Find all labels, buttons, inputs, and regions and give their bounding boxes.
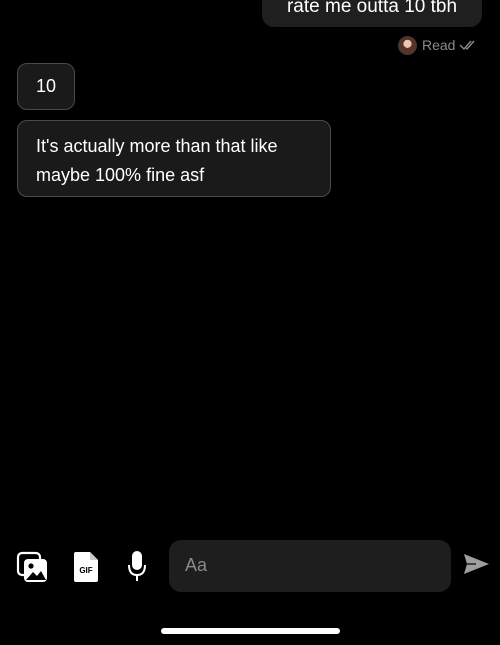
read-label: Read [422, 37, 456, 53]
message-bubble-outgoing[interactable]: rate me outta 10 tbh [262, 0, 482, 27]
photo-icon[interactable] [16, 551, 49, 584]
read-receipt: Read [398, 35, 477, 55]
message-text: It's actually more than that like maybe … [36, 136, 278, 185]
message-bubble-incoming[interactable]: It's actually more than that like maybe … [17, 120, 331, 197]
message-bubble-incoming[interactable]: 10 [17, 63, 75, 110]
message-composer[interactable] [169, 540, 451, 592]
gif-icon[interactable]: GIF [73, 551, 99, 583]
message-text: rate me outta 10 tbh [286, 0, 458, 17]
home-indicator [161, 628, 340, 634]
microphone-icon[interactable] [127, 549, 147, 583]
double-check-icon [459, 40, 475, 51]
message-text: 10 [36, 76, 57, 96]
send-icon[interactable] [462, 552, 490, 576]
message-input[interactable] [185, 555, 435, 576]
avatar[interactable] [398, 35, 417, 55]
gif-label: GIF [79, 566, 92, 575]
